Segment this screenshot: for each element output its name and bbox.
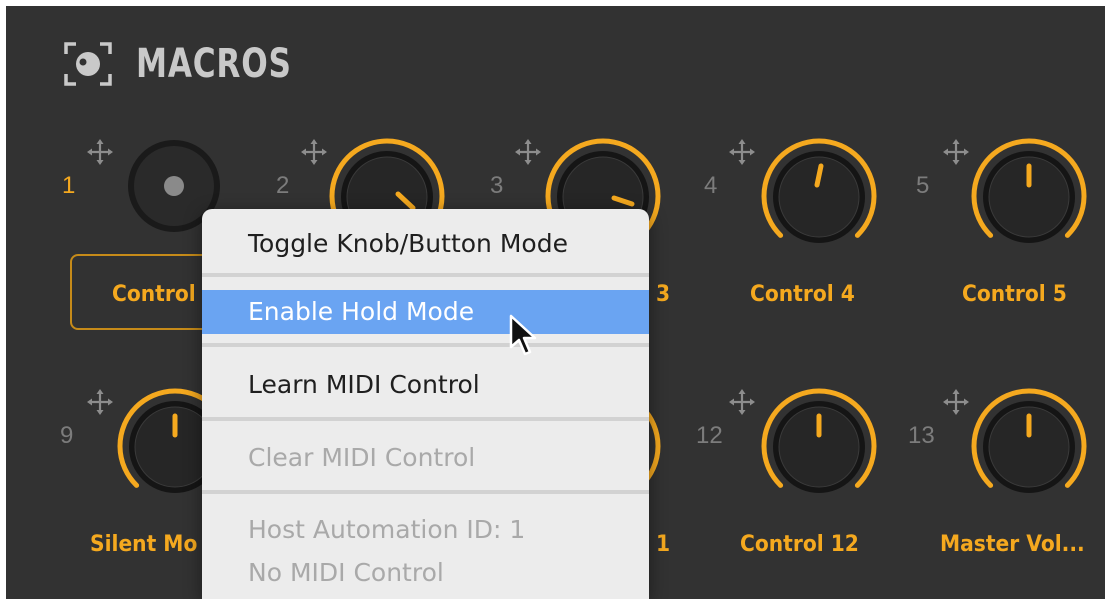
macro-label: Control 12 bbox=[740, 532, 859, 557]
macro-label: Master Vol... bbox=[940, 532, 1085, 557]
menu-item-learn-midi-control[interactable]: Learn MIDI Control bbox=[202, 362, 649, 408]
macro-number: 5 bbox=[916, 172, 930, 199]
menu-item-enable-hold-mode[interactable]: Enable Hold Mode bbox=[202, 290, 649, 334]
menu-separator bbox=[202, 273, 649, 277]
mouse-pointer-icon bbox=[509, 314, 537, 356]
macro-label: Control 4 bbox=[750, 282, 855, 307]
menu-separator bbox=[202, 490, 649, 494]
context-menu: Toggle Knob/Button Mode Enable Hold Mode… bbox=[202, 209, 649, 599]
menu-separator bbox=[202, 343, 649, 347]
macro-label: 3 bbox=[656, 282, 671, 307]
macro-label: 1 bbox=[656, 532, 671, 557]
knob-5[interactable] bbox=[964, 132, 1094, 262]
knob-13[interactable] bbox=[964, 382, 1094, 512]
macro-number: 4 bbox=[704, 172, 718, 199]
macro-label: Control bbox=[112, 282, 196, 307]
knob-4[interactable] bbox=[754, 132, 884, 262]
panel-header: MACROS bbox=[62, 34, 336, 94]
macro-number: 3 bbox=[490, 172, 504, 199]
macro-knob-icon bbox=[64, 42, 112, 86]
menu-item-toggle-knob-button-mode[interactable]: Toggle Knob/Button Mode bbox=[202, 221, 649, 267]
macro-number: 9 bbox=[60, 422, 74, 449]
macro-number: 1 bbox=[62, 172, 76, 199]
macro-13[interactable]: 13 Master Vol... bbox=[908, 382, 1105, 582]
move-icon[interactable] bbox=[728, 388, 756, 416]
move-icon[interactable] bbox=[728, 138, 756, 166]
menu-item-host-automation-id: Host Automation ID: 1 bbox=[248, 515, 526, 544]
move-icon[interactable] bbox=[86, 138, 114, 166]
macro-4[interactable]: 4 Control 4 bbox=[698, 132, 898, 332]
macro-label: Control 5 bbox=[962, 282, 1067, 307]
macro-5[interactable]: 5 Control 5 bbox=[912, 132, 1105, 332]
panel-title: MACROS bbox=[136, 41, 292, 87]
macro-label: Silent Mo bbox=[90, 532, 198, 557]
menu-separator bbox=[202, 417, 649, 421]
macro-number: 2 bbox=[276, 172, 290, 199]
knob-12[interactable] bbox=[754, 382, 884, 512]
menu-item-clear-midi-control: Clear MIDI Control bbox=[248, 443, 476, 472]
macro-12[interactable]: 12 Control 12 bbox=[696, 382, 898, 582]
macro-number: 12 bbox=[696, 422, 723, 449]
macro-number: 13 bbox=[908, 422, 935, 449]
menu-item-midi-status: No MIDI Control bbox=[248, 558, 444, 587]
